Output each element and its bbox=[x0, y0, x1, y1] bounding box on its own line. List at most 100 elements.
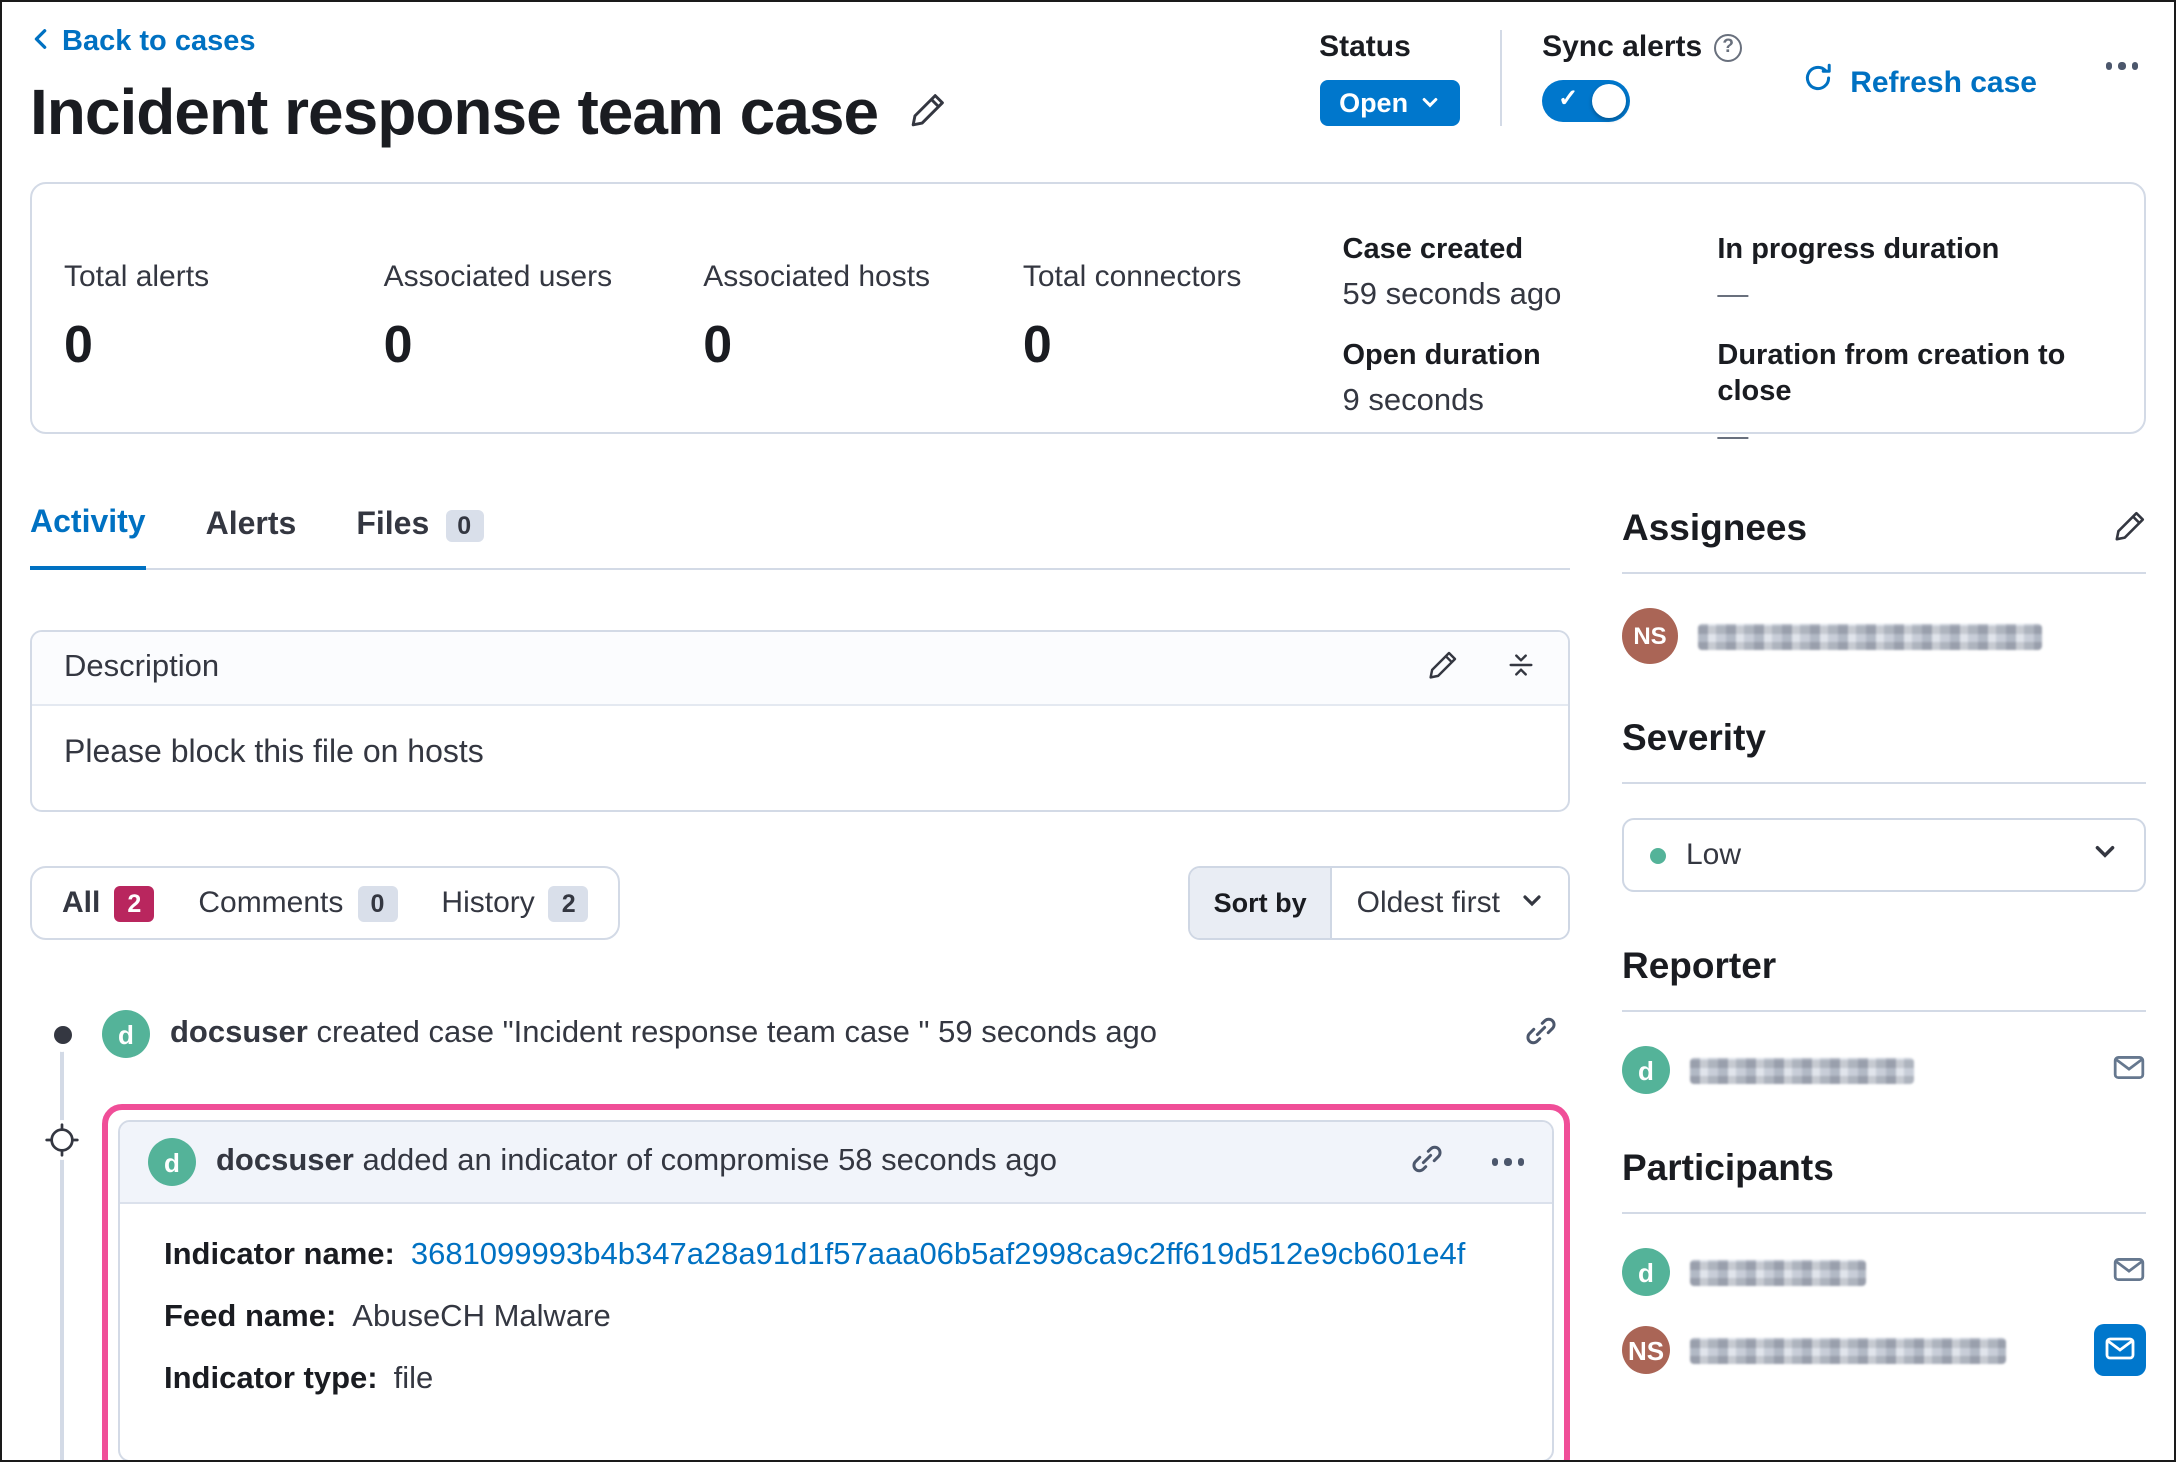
ellipsis-icon bbox=[1491, 1158, 1524, 1166]
filter-history-count-badge: 2 bbox=[548, 885, 589, 921]
avatar: d bbox=[148, 1138, 196, 1186]
tab-activity-label: Activity bbox=[30, 506, 146, 540]
indicator-event-body: Indicator name: 3681099993b4b347a28a91d1… bbox=[120, 1204, 1552, 1460]
sync-alerts-label: Sync alerts bbox=[1542, 30, 1703, 64]
indicator-type-label: Indicator type: bbox=[164, 1362, 378, 1396]
assignee-row: NS bbox=[1622, 608, 2146, 664]
activity-filter-row: All 2 Comments 0 History 2 Sort by Oldes… bbox=[30, 866, 1570, 940]
tab-activity[interactable]: Activity bbox=[30, 506, 146, 570]
event-actions-button[interactable] bbox=[1491, 1158, 1524, 1166]
status-dropdown-button[interactable]: Open bbox=[1319, 80, 1461, 126]
case-timing-left: Case created 59 seconds ago Open duratio… bbox=[1342, 232, 1718, 419]
filter-history-label: History bbox=[441, 886, 535, 920]
sync-alerts-block: Sync alerts ? ✓ bbox=[1542, 30, 1743, 122]
timeline-gutter bbox=[30, 1080, 102, 1460]
email-participant-button[interactable] bbox=[2094, 1324, 2146, 1376]
metric-associated-hosts: Associated hosts 0 bbox=[703, 232, 1023, 392]
ellipsis-icon bbox=[2105, 62, 2138, 69]
status-label: Status bbox=[1319, 30, 1411, 64]
tab-alerts[interactable]: Alerts bbox=[206, 506, 297, 568]
pencil-icon bbox=[2114, 509, 2146, 547]
reporter-section: Reporter d bbox=[1622, 944, 2146, 1094]
indicator-event-header: d docsuser added an indicator of comprom… bbox=[120, 1122, 1552, 1204]
filter-all[interactable]: All 2 bbox=[40, 885, 176, 921]
case-sidebar: Assignees NS Severity Low Reporter d Par… bbox=[1622, 506, 2146, 1460]
participant-row: NS bbox=[1622, 1324, 2146, 1376]
metric-associated-users: Associated users 0 bbox=[384, 232, 704, 392]
case-tabs: Activity Alerts Files 0 bbox=[30, 506, 1570, 570]
back-to-cases-link[interactable]: Back to cases bbox=[30, 26, 255, 58]
filter-history[interactable]: History 2 bbox=[419, 885, 610, 921]
reporter-row: d bbox=[1622, 1046, 2146, 1094]
email-participant-button[interactable] bbox=[2112, 1252, 2146, 1292]
case-created-label: Case created bbox=[1342, 234, 1524, 266]
event-action: added an indicator of compromise 58 seco… bbox=[362, 1144, 1057, 1178]
highlighted-event-outline: d docsuser added an indicator of comprom… bbox=[102, 1104, 1570, 1460]
feed-name-value: AbuseCH Malware bbox=[352, 1300, 611, 1334]
tab-alerts-label: Alerts bbox=[205, 507, 297, 541]
indicator-type-value: file bbox=[393, 1362, 434, 1396]
avatar: NS bbox=[1622, 608, 1678, 664]
refresh-case-link[interactable]: Refresh case bbox=[1802, 62, 2037, 102]
filter-comments[interactable]: Comments 0 bbox=[176, 885, 419, 921]
timeline-gutter bbox=[30, 988, 102, 1080]
collapse-icon bbox=[1506, 650, 1536, 686]
tab-files[interactable]: Files 0 bbox=[356, 506, 484, 568]
indicator-name-row: Indicator name: 3681099993b4b347a28a91d1… bbox=[164, 1238, 1508, 1274]
severity-section: Severity Low bbox=[1622, 716, 2146, 892]
severity-select[interactable]: Low bbox=[1622, 818, 2146, 892]
edit-title-button[interactable] bbox=[910, 92, 946, 134]
case-stats-panel: Total alerts 0 Associated users 0 Associ… bbox=[30, 182, 2146, 455]
link-icon bbox=[1409, 1142, 1443, 1182]
filter-all-label: All bbox=[62, 886, 101, 920]
feed-name-row: Feed name: AbuseCH Malware bbox=[164, 1300, 1508, 1336]
avatar: NS bbox=[1622, 1326, 1670, 1374]
collapse-description-button[interactable] bbox=[1506, 650, 1536, 686]
activity-timeline: d docsuser created case "Incident respon… bbox=[30, 988, 1570, 1460]
avatar: d bbox=[1622, 1248, 1670, 1296]
feed-name-label: Feed name: bbox=[164, 1300, 337, 1334]
indicator-name-label: Indicator name: bbox=[164, 1238, 395, 1272]
page-title: Incident response team case bbox=[30, 76, 879, 148]
redacted-name bbox=[1690, 1337, 2006, 1363]
back-to-cases-label: Back to cases bbox=[62, 26, 256, 58]
case-timing-right: In progress duration — Duration from cre… bbox=[1717, 232, 2112, 455]
filter-comments-label: Comments bbox=[198, 886, 344, 920]
severity-value: Low bbox=[1686, 838, 1742, 872]
chevron-down-icon bbox=[2092, 837, 2118, 873]
metric-total-connectors: Total connectors 0 bbox=[1023, 232, 1343, 392]
timeline-item-created: d docsuser created case "Incident respon… bbox=[30, 988, 1570, 1080]
chevron-down-icon bbox=[1420, 88, 1440, 118]
metric-label: Total connectors bbox=[1022, 260, 1242, 294]
envelope-icon bbox=[2112, 1252, 2146, 1292]
sort-control[interactable]: Sort by Oldest first bbox=[1187, 866, 1570, 940]
pencil-icon bbox=[910, 92, 946, 134]
creation-to-close-value: — bbox=[1717, 420, 1749, 455]
avatar: d bbox=[102, 1010, 150, 1058]
indicator-name-link[interactable]: 3681099993b4b347a28a91d1f57aaa06b5af2998… bbox=[411, 1238, 1466, 1274]
chevron-left-icon bbox=[30, 26, 52, 58]
metric-label: Total alerts bbox=[64, 260, 210, 294]
severity-dot-icon bbox=[1650, 847, 1666, 863]
link-icon bbox=[1524, 1014, 1558, 1054]
copy-link-button[interactable] bbox=[1409, 1142, 1443, 1182]
edit-description-button[interactable] bbox=[1428, 650, 1458, 686]
description-body: Please block this file on hosts bbox=[64, 736, 484, 770]
assignees-section: Assignees NS bbox=[1622, 506, 2146, 664]
envelope-icon bbox=[2112, 1050, 2146, 1090]
tab-files-label: Files bbox=[356, 507, 430, 541]
case-actions-button[interactable] bbox=[2105, 62, 2138, 69]
copy-link-button[interactable] bbox=[1524, 1014, 1558, 1054]
sync-alerts-toggle[interactable]: ✓ bbox=[1542, 80, 1631, 122]
metric-value: 0 bbox=[64, 314, 93, 374]
redacted-name bbox=[1690, 1259, 1866, 1285]
email-reporter-button[interactable] bbox=[2112, 1050, 2146, 1090]
edit-assignees-button[interactable] bbox=[2114, 509, 2146, 547]
participant-row: d bbox=[1622, 1248, 2146, 1296]
chevron-down-icon bbox=[1520, 886, 1544, 920]
in-progress-duration-label: In progress duration bbox=[1717, 234, 2000, 266]
participants-section: Participants d NS bbox=[1622, 1146, 2146, 1376]
indicator-event-panel: d docsuser added an indicator of comprom… bbox=[118, 1120, 1554, 1460]
help-icon[interactable]: ? bbox=[1714, 33, 1743, 61]
files-count-badge: 0 bbox=[445, 509, 484, 541]
